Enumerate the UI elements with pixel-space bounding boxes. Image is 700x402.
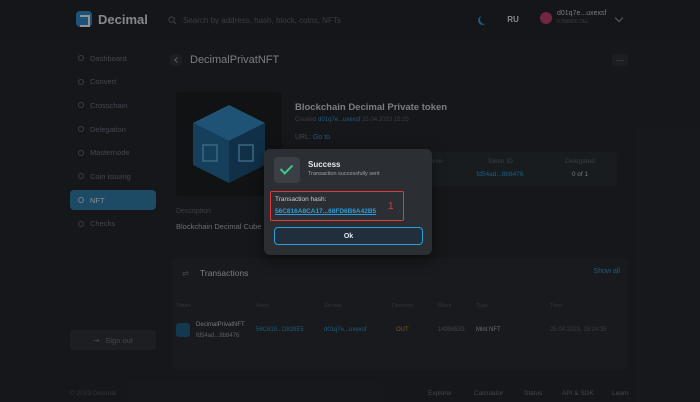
transaction-hash-link[interactable]: 56C816A8CA17...68FD6B6A42B5	[275, 208, 376, 215]
success-badge	[274, 157, 300, 183]
success-dialog: Success Transaction successfully sent Tr…	[264, 149, 432, 255]
check-icon	[279, 161, 294, 175]
ok-button[interactable]: Ok	[274, 227, 423, 245]
transaction-hash-box: Transaction hash: 56C816A8CA17...68FD6B6…	[270, 191, 404, 221]
transaction-hash-label: Transaction hash:	[275, 196, 327, 203]
dialog-title: Success	[308, 160, 341, 169]
dialog-subtitle: Transaction successfully sent	[308, 171, 380, 177]
annotation-number: 1	[388, 201, 394, 212]
